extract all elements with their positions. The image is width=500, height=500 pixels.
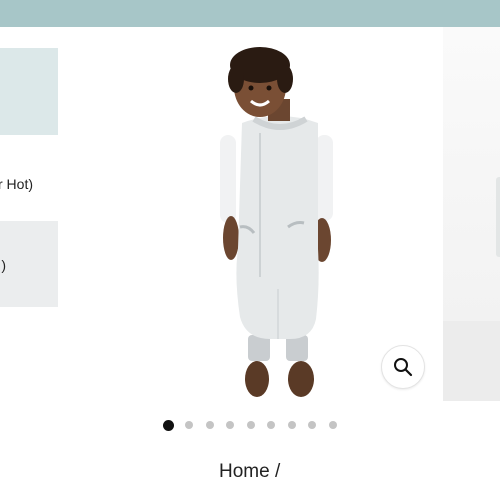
carousel-dot-4[interactable]: [226, 421, 234, 429]
carousel-dot-3[interactable]: [205, 421, 214, 429]
product-image[interactable]: [120, 27, 443, 401]
next-image-floor: [443, 321, 500, 401]
toddler-photo: [220, 47, 333, 397]
option-label-2: ): [1, 257, 6, 273]
option-label-1: r Hot): [0, 176, 33, 192]
option-card-2[interactable]: [0, 221, 58, 307]
next-product-image[interactable]: [443, 27, 500, 401]
carousel-dot-5[interactable]: [246, 421, 255, 429]
option-card-1[interactable]: [0, 48, 58, 135]
next-image-peek: [496, 177, 500, 257]
zoom-button[interactable]: [381, 345, 425, 389]
carousel-dot-8[interactable]: [308, 421, 316, 429]
carousel-dot-7[interactable]: [287, 421, 296, 429]
carousel-dot-9[interactable]: [328, 421, 337, 429]
carousel-dot-1[interactable]: [163, 419, 174, 431]
carousel-dot-2[interactable]: [185, 421, 193, 429]
carousel-dots: [163, 419, 349, 431]
breadcrumb[interactable]: Home /: [219, 461, 280, 483]
search-icon: [394, 358, 413, 377]
top-banner: [0, 0, 500, 27]
carousel-dot-6[interactable]: [267, 421, 275, 429]
